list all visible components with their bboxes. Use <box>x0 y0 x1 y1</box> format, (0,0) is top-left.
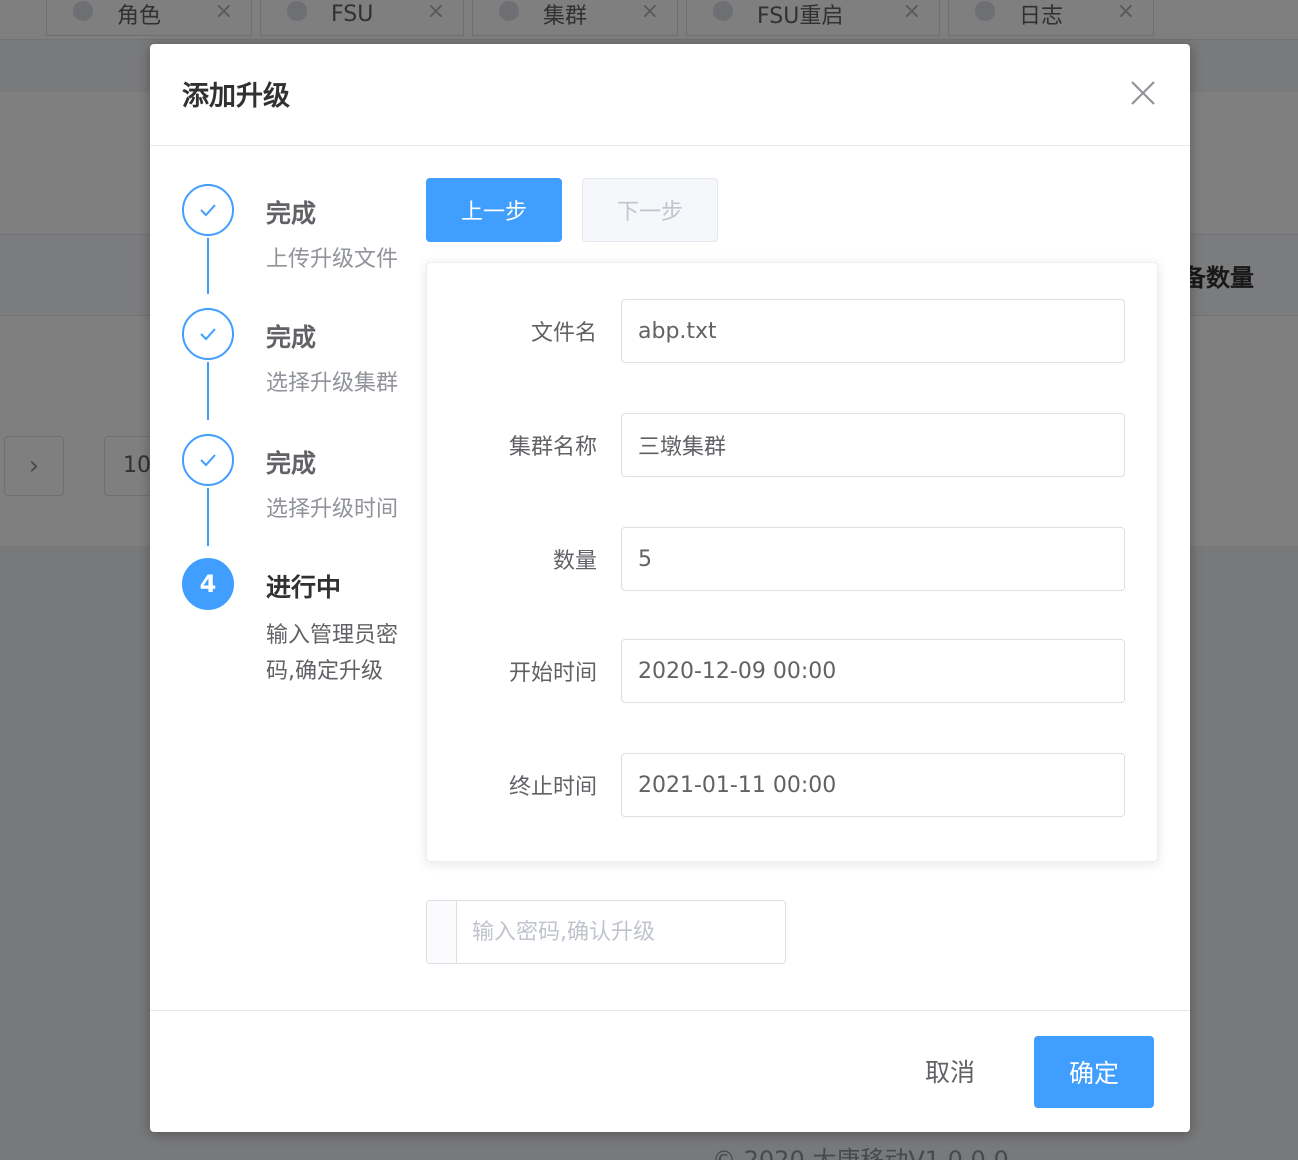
password-input[interactable] <box>458 901 784 963</box>
cluster-name-field[interactable] <box>621 413 1125 477</box>
step-2-check-icon <box>182 308 234 360</box>
end-time-label: 终止时间 <box>508 775 597 800</box>
step-4-number: 4 <box>182 558 234 610</box>
dialog-header: 添加升级 <box>150 44 1190 146</box>
cluster-name-label: 集群名称 <box>508 435 597 460</box>
start-time-label: 开始时间 <box>508 661 597 686</box>
next-step-button[interactable]: 下一步 <box>582 178 718 242</box>
count-field[interactable] <box>621 527 1125 591</box>
file-name-field[interactable] <box>621 299 1125 363</box>
step-3-title: 完成 <box>266 449 317 478</box>
step-connector <box>207 238 209 294</box>
password-prefix <box>427 901 457 963</box>
step-2-title: 完成 <box>266 323 317 352</box>
step-4-description: 输入管理员密码,确定升级 <box>266 623 399 684</box>
step-1-title: 完成 <box>266 199 317 228</box>
step-connector <box>207 362 209 420</box>
dialog-title: 添加升级 <box>182 81 290 112</box>
close-icon[interactable] <box>1128 78 1158 108</box>
cancel-button[interactable]: 取消 <box>904 1036 996 1106</box>
add-upgrade-dialog: 添加升级 完成 上传升级文件 完成 选择升级集群 完成 选择升级时间 4 进行中… <box>150 44 1190 1132</box>
step-3-check-icon <box>182 434 234 486</box>
step-2-description: 选择升级集群 <box>266 371 399 396</box>
count-label: 数量 <box>552 549 597 574</box>
start-time-field[interactable] <box>621 639 1125 703</box>
file-name-label: 文件名 <box>530 321 597 346</box>
step-4-title: 进行中 <box>266 573 342 602</box>
step-3-description: 选择升级时间 <box>266 497 399 522</box>
step-connector <box>207 488 209 546</box>
step-1-description: 上传升级文件 <box>266 247 399 272</box>
prev-step-button[interactable]: 上一步 <box>426 178 562 242</box>
upgrade-summary-card: 文件名 集群名称 数量 开始时间 终止时间 <box>426 262 1158 862</box>
step-1-check-icon <box>182 184 234 236</box>
password-input-group <box>426 900 786 964</box>
confirm-button[interactable]: 确定 <box>1034 1036 1154 1108</box>
end-time-field[interactable] <box>621 753 1125 817</box>
